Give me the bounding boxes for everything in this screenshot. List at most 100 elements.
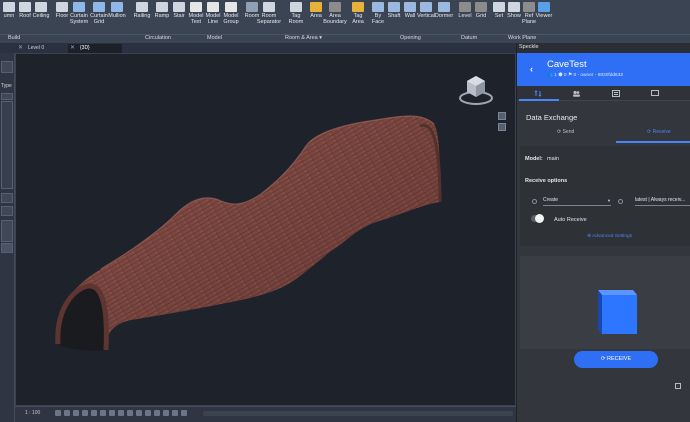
temp-view-props-icon[interactable]: [154, 410, 160, 416]
area-icon: [310, 2, 322, 12]
receive-tab-indicator: [616, 141, 690, 143]
stream-header: ‹ CaveTest 👥 1 ⬢ 0 ⚑ 0 - owner - 8830fdd…: [517, 53, 690, 86]
highlight-icon[interactable]: [172, 410, 178, 416]
curtain-grid-button[interactable]: Curtain Grid: [90, 0, 108, 25]
commit-radio[interactable]: [618, 199, 623, 204]
properties-dropdown[interactable]: [1, 61, 13, 73]
back-icon[interactable]: ‹: [530, 64, 533, 74]
apply-button[interactable]: [1, 243, 13, 253]
mode-select[interactable]: Create ▼: [543, 196, 611, 206]
area-boundary-button[interactable]: Area Boundary: [323, 0, 347, 25]
stair-icon: [173, 2, 185, 12]
ribbon-group-label: Build: [8, 35, 21, 41]
curtain-grid-label: Curtain Grid: [90, 13, 108, 25]
lock-icon[interactable]: [118, 410, 124, 416]
viewcube-icon[interactable]: [456, 72, 496, 108]
room-separator-label: Room Separator: [256, 13, 282, 25]
zoom-icon[interactable]: [498, 123, 506, 131]
crop-icon[interactable]: [100, 410, 106, 416]
field[interactable]: [1, 93, 13, 100]
stair-button[interactable]: Stair: [170, 0, 188, 19]
ceiling-button[interactable]: Ceiling: [32, 0, 50, 19]
3d-viewport[interactable]: [15, 53, 516, 406]
receive-tab[interactable]: ⟳ Receive: [647, 129, 671, 135]
analytical-icon[interactable]: [163, 410, 169, 416]
viewer-button[interactable]: Viewer: [535, 0, 553, 19]
dormer-label: Dormer: [434, 13, 454, 19]
field[interactable]: [1, 220, 13, 242]
ceiling-label: Ceiling: [32, 13, 50, 19]
model-group-button[interactable]: Model Group: [222, 0, 240, 25]
cave-model[interactable]: [16, 54, 517, 407]
detail-level-icon[interactable]: [55, 410, 61, 416]
field[interactable]: [1, 206, 13, 216]
preview-area: [520, 256, 690, 349]
shadows-icon[interactable]: [82, 410, 88, 416]
advanced-settings-label: Advanced Settings: [592, 234, 633, 239]
visual-style-icon[interactable]: [64, 410, 70, 416]
wall-label: Wall: [404, 13, 416, 19]
railing-label: Railing: [133, 13, 151, 19]
tag-room-button[interactable]: Tag Room: [287, 0, 305, 25]
ribbon-group-label: Model: [207, 35, 222, 41]
area-boundary-icon: [329, 2, 341, 12]
active-tab-indicator: [519, 99, 559, 101]
floor-icon: [56, 2, 68, 12]
set-label: Set: [494, 13, 504, 19]
model-label: Model:: [525, 156, 543, 162]
constraints-icon[interactable]: [181, 410, 187, 416]
horizontal-scrollbar[interactable]: [203, 411, 513, 416]
vertical-button[interactable]: Vertical: [417, 0, 435, 19]
sun-path-icon[interactable]: [73, 410, 79, 416]
ramp-button[interactable]: Ramp: [153, 0, 171, 19]
roof-label: Roof: [19, 13, 31, 19]
worksharing-icon[interactable]: [145, 410, 151, 416]
history-icon[interactable]: [612, 90, 620, 97]
panel-tabs: [517, 86, 690, 101]
advanced-settings-link[interactable]: ⊕ Advanced Settings: [587, 234, 632, 239]
render-icon[interactable]: [91, 410, 97, 416]
close-icon[interactable]: ✕: [70, 44, 75, 53]
mullion-label: Mullion: [108, 13, 126, 19]
level-label: Level: [458, 13, 472, 19]
stream-meta: 👥 1 ⬢ 0 ⚑ 0 - owner - 8830fdd632: [547, 73, 624, 78]
mode-radio[interactable]: [532, 199, 537, 204]
model-text-icon: [190, 2, 202, 12]
room-separator-button[interactable]: Room Separator: [256, 0, 282, 25]
properties-list[interactable]: [1, 101, 13, 189]
temporary-hide-icon[interactable]: [127, 410, 133, 416]
auto-receive-toggle[interactable]: [531, 214, 544, 223]
transfer-icon[interactable]: [534, 90, 542, 97]
receive-button-label: RECEIVE: [606, 356, 632, 362]
tab-level-0[interactable]: ✕ Level 0: [16, 44, 64, 53]
curtain-system-button[interactable]: Curtain System: [70, 0, 88, 25]
document-tabs: ✕ Level 0 ✕ {3D}: [0, 43, 516, 53]
receive-button[interactable]: ⟳ RECEIVE: [574, 351, 658, 368]
comments-icon[interactable]: [651, 90, 659, 97]
save-icon[interactable]: [675, 383, 681, 389]
commit-select[interactable]: latest | Always receiv...: [635, 196, 690, 206]
model-text-button[interactable]: Model Text: [187, 0, 205, 25]
tab-3d[interactable]: ✕ {3D}: [68, 44, 122, 53]
wall-icon: [404, 2, 416, 12]
dormer-button[interactable]: Dormer: [435, 0, 453, 19]
field[interactable]: [1, 193, 13, 203]
chevron-down-icon: ▼: [607, 198, 611, 203]
railing-button[interactable]: Railing: [133, 0, 151, 19]
collaborators-icon[interactable]: [572, 90, 580, 97]
floor-button[interactable]: Floor: [53, 0, 71, 19]
view-scale[interactable]: 1 : 100: [25, 410, 40, 416]
curtain-system-label: Curtain System: [69, 13, 89, 25]
crop-region-icon[interactable]: [109, 410, 115, 416]
close-icon[interactable]: ✕: [18, 44, 23, 53]
mullion-button[interactable]: Mullion: [108, 0, 126, 19]
model-line-button[interactable]: Model Line: [204, 0, 222, 25]
send-tab[interactable]: ⟳ Send: [557, 129, 574, 135]
tag-area-button[interactable]: Tag Area: [349, 0, 367, 25]
model-value[interactable]: main: [547, 156, 559, 162]
view-control-bar: 1 : 100: [15, 406, 516, 422]
tag-area-label: Tag Area: [352, 13, 364, 25]
reveal-hidden-icon[interactable]: [136, 410, 142, 416]
steering-wheel-icon[interactable]: [498, 112, 506, 120]
grid-button[interactable]: Grid: [472, 0, 490, 19]
